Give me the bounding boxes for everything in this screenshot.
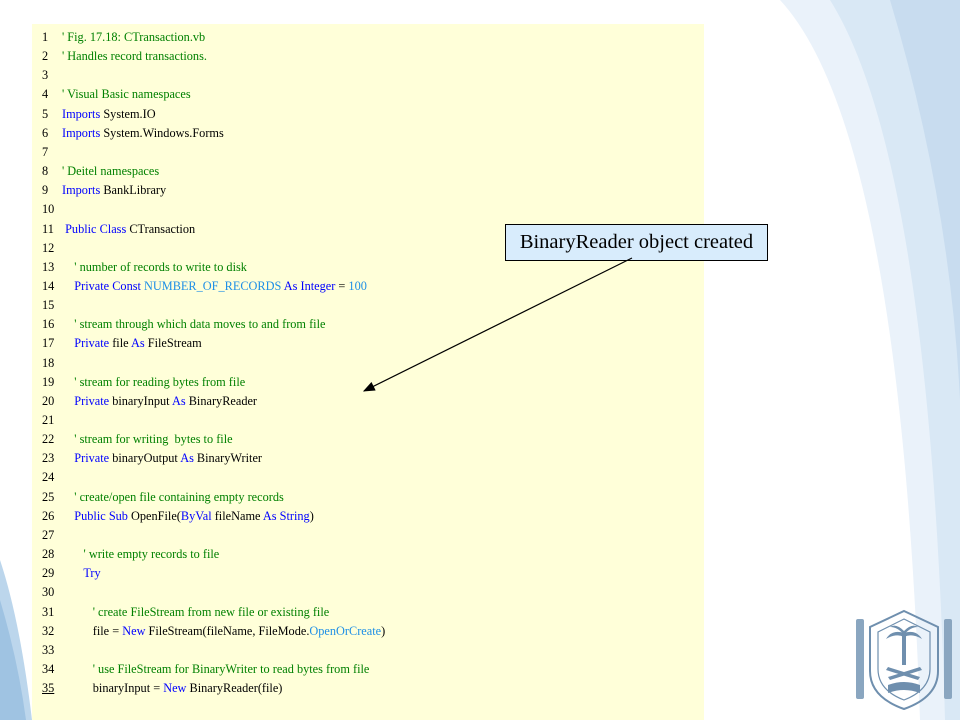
university-seal-logo: [856, 609, 952, 711]
callout-arrow: [362, 257, 633, 392]
